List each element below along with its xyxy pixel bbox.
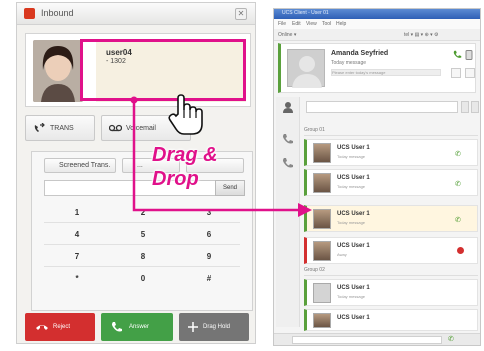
drag-drop-label: Drag & Drop (152, 143, 218, 191)
drag-label-line1: Drag & (152, 144, 218, 166)
drag-label-line2: Drop (152, 168, 199, 190)
drag-arrow (130, 96, 312, 217)
hand-cursor-icon (168, 94, 203, 135)
